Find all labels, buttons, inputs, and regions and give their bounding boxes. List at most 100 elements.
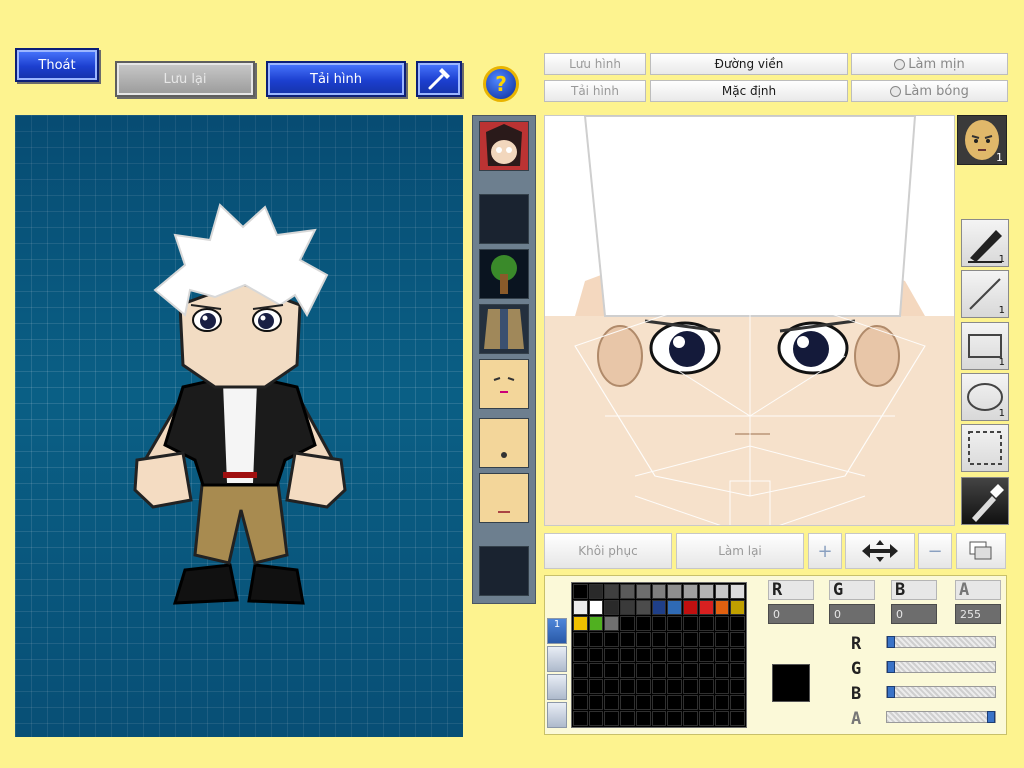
thumb-face-4[interactable] — [479, 473, 529, 523]
palette-tab-1[interactable]: 1 — [547, 618, 567, 644]
palette-cell[interactable] — [667, 695, 683, 711]
palette-cell[interactable] — [651, 631, 667, 647]
palette-cell[interactable] — [588, 679, 604, 695]
palette-tab-4[interactable] — [547, 702, 567, 728]
palette-cell[interactable] — [667, 615, 683, 631]
palette-cell[interactable] — [698, 647, 714, 663]
alpha-value-field[interactable]: 255 — [955, 604, 1001, 624]
reload-image-button[interactable]: Tải hình — [266, 61, 406, 97]
palette-cell[interactable] — [714, 647, 730, 663]
palette-cell[interactable] — [714, 695, 730, 711]
save-image-button[interactable]: Lưu hình — [544, 53, 646, 75]
palette-cell[interactable] — [635, 631, 651, 647]
red-slider-handle[interactable] — [887, 636, 895, 648]
palette-cell[interactable] — [635, 647, 651, 663]
palette-cell[interactable] — [714, 599, 730, 615]
palette-cell[interactable] — [714, 679, 730, 695]
thumb-face-2[interactable] — [479, 359, 529, 409]
palette-cell[interactable] — [698, 695, 714, 711]
palette-cell[interactable] — [573, 663, 588, 679]
palette-cell[interactable] — [683, 631, 698, 647]
palette-cell[interactable] — [730, 663, 745, 679]
palette-cell[interactable] — [635, 711, 651, 726]
palette-cell[interactable] — [604, 647, 620, 663]
palette-cell[interactable] — [588, 647, 604, 663]
outline-button[interactable]: Đường viền — [650, 53, 848, 75]
palette-cell[interactable] — [620, 663, 635, 679]
palette-cell[interactable] — [683, 663, 698, 679]
palette-cell[interactable] — [604, 679, 620, 695]
color-palette-grid[interactable] — [571, 582, 747, 728]
default-button[interactable]: Mặc định — [650, 80, 848, 102]
layer-copy-button[interactable] — [956, 533, 1006, 569]
palette-cell[interactable] — [730, 599, 745, 615]
palette-cell[interactable] — [635, 695, 651, 711]
palette-cell[interactable] — [730, 584, 745, 599]
zoom-out-button[interactable]: − — [918, 533, 952, 569]
save-button[interactable]: Lưu lại — [115, 61, 255, 97]
palette-cell[interactable] — [651, 679, 667, 695]
blue-value-field[interactable]: 0 — [891, 604, 937, 624]
pen-tool[interactable]: 1 — [961, 219, 1009, 267]
palette-cell[interactable] — [651, 663, 667, 679]
palette-cell[interactable] — [588, 663, 604, 679]
help-button[interactable]: ? — [483, 66, 519, 102]
palette-cell[interactable] — [714, 711, 730, 726]
palette-cell[interactable] — [588, 695, 604, 711]
palette-cell[interactable] — [635, 615, 651, 631]
palette-cell[interactable] — [588, 711, 604, 726]
rectangle-tool[interactable]: 1 — [961, 322, 1009, 370]
palette-cell[interactable] — [698, 615, 714, 631]
palette-cell[interactable] — [604, 584, 620, 599]
palette-cell[interactable] — [730, 695, 745, 711]
palette-cell[interactable] — [714, 615, 730, 631]
palette-cell[interactable] — [588, 615, 604, 631]
blue-slider-handle[interactable] — [887, 686, 895, 698]
palette-cell[interactable] — [667, 631, 683, 647]
palette-cell[interactable] — [730, 711, 745, 726]
texture-editor-canvas[interactable] — [544, 115, 955, 526]
palette-cell[interactable] — [620, 599, 635, 615]
palette-cell[interactable] — [651, 615, 667, 631]
palette-cell[interactable] — [635, 584, 651, 599]
palette-cell[interactable] — [714, 631, 730, 647]
palette-cell[interactable] — [604, 695, 620, 711]
palette-cell[interactable] — [604, 599, 620, 615]
palette-cell[interactable] — [667, 679, 683, 695]
redo-button[interactable]: Làm lại — [676, 533, 804, 569]
palette-cell[interactable] — [604, 711, 620, 726]
palette-cell[interactable] — [588, 599, 604, 615]
alpha-slider-handle[interactable] — [987, 711, 995, 723]
palette-cell[interactable] — [573, 615, 588, 631]
palette-cell[interactable] — [651, 584, 667, 599]
palette-cell[interactable] — [667, 711, 683, 726]
restore-button[interactable]: Khôi phục — [544, 533, 672, 569]
green-slider-handle[interactable] — [887, 661, 895, 673]
palette-cell[interactable] — [698, 663, 714, 679]
palette-cell[interactable] — [683, 695, 698, 711]
alpha-slider[interactable] — [886, 711, 996, 723]
palette-cell[interactable] — [698, 679, 714, 695]
ellipse-tool[interactable]: 1 — [961, 373, 1009, 421]
thumb-face[interactable] — [479, 121, 529, 171]
palette-tab-3[interactable] — [547, 674, 567, 700]
palette-cell[interactable] — [683, 711, 698, 726]
palette-cell[interactable] — [635, 663, 651, 679]
palette-cell[interactable] — [604, 615, 620, 631]
palette-cell[interactable] — [730, 615, 745, 631]
palette-cell[interactable] — [651, 599, 667, 615]
palette-cell[interactable] — [635, 679, 651, 695]
select-tool[interactable] — [961, 424, 1009, 472]
palette-cell[interactable] — [620, 647, 635, 663]
palette-cell[interactable] — [573, 679, 588, 695]
palette-cell[interactable] — [698, 711, 714, 726]
palette-cell[interactable] — [573, 599, 588, 615]
palette-cell[interactable] — [714, 663, 730, 679]
palette-cell[interactable] — [667, 584, 683, 599]
palette-cell[interactable] — [683, 615, 698, 631]
palette-cell[interactable] — [620, 711, 635, 726]
palette-cell[interactable] — [698, 631, 714, 647]
palette-cell[interactable] — [667, 647, 683, 663]
thumb-tree[interactable] — [479, 249, 529, 299]
palette-cell[interactable] — [588, 584, 604, 599]
